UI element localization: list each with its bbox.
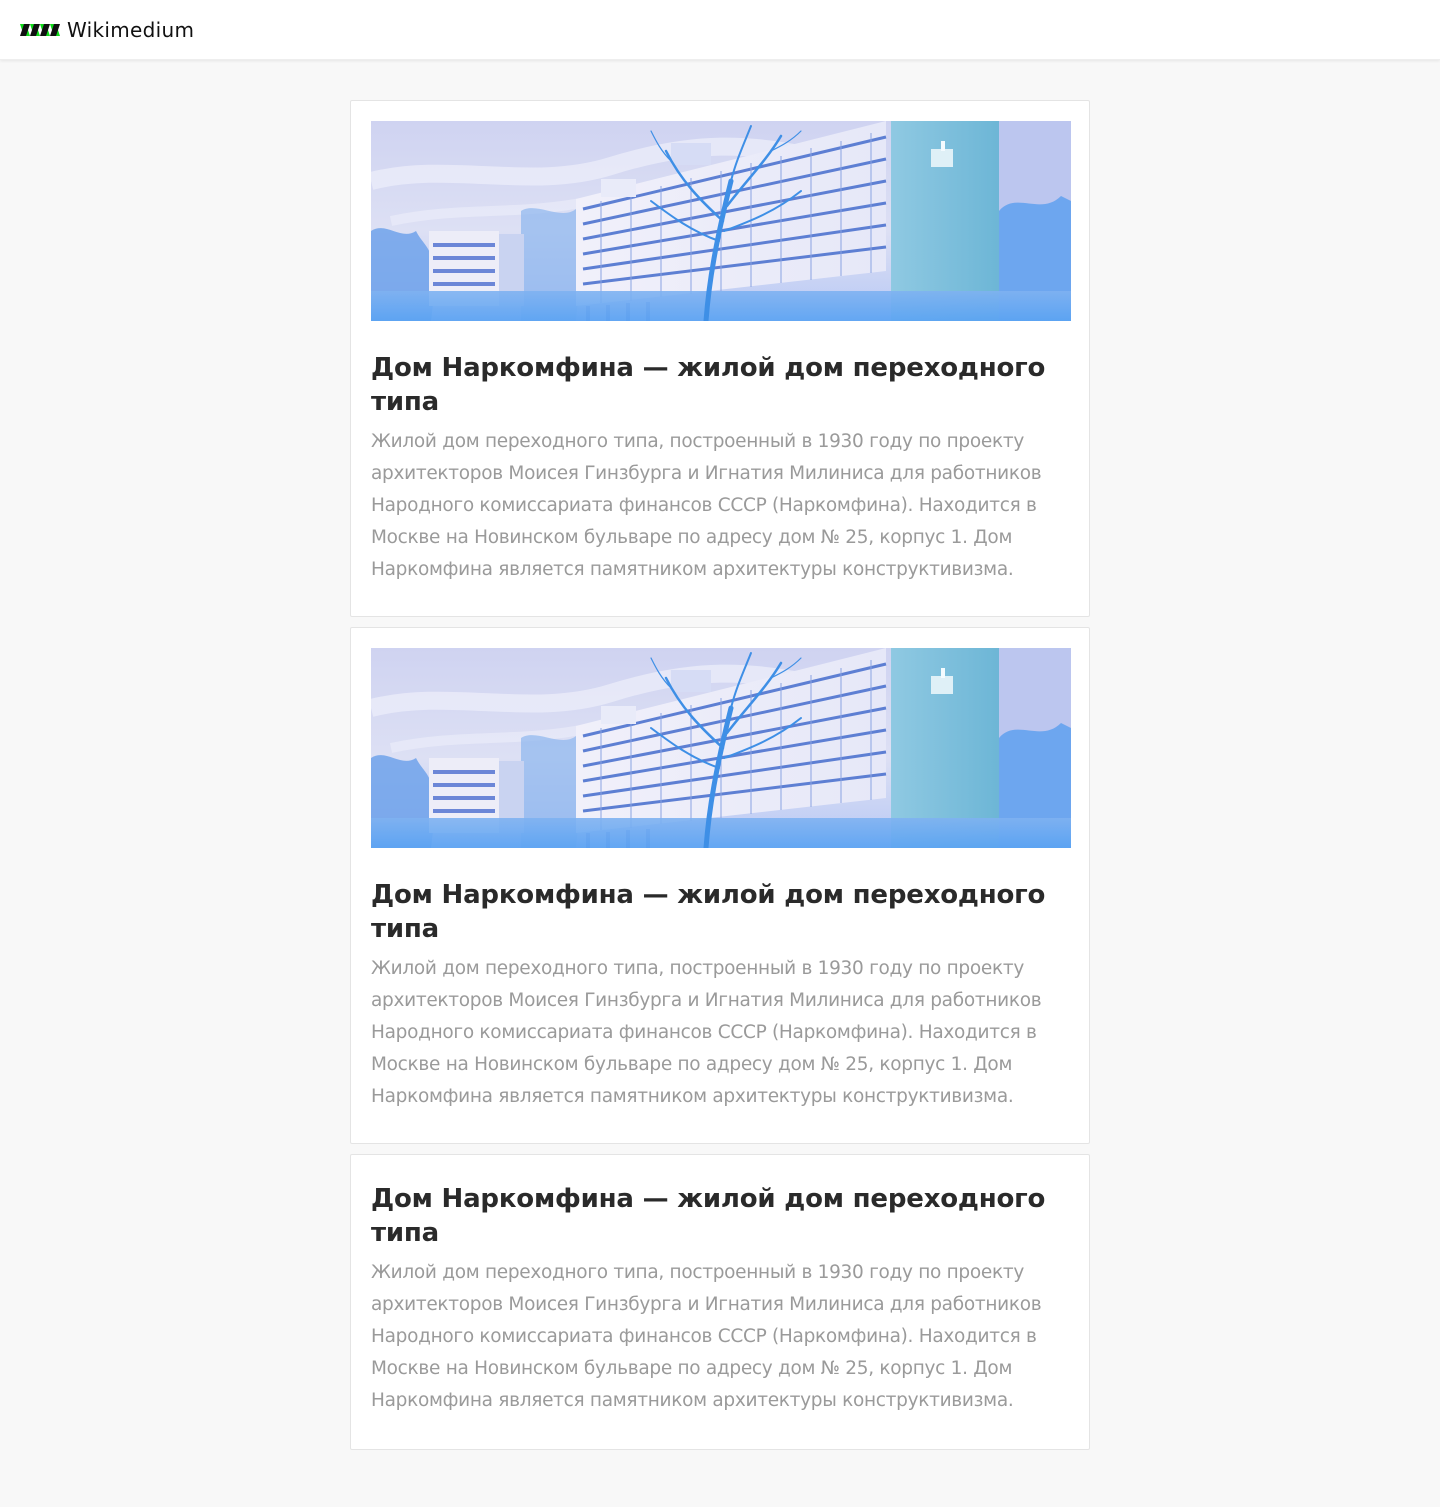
article-excerpt: Жилой дом переходного типа, построенный … (371, 431, 1042, 580)
brand-name: Wikimedium (67, 18, 195, 42)
article-card[interactable]: Дом Наркомфина — жилой дом переходного т… (350, 1154, 1090, 1450)
narkomfin-building-photo[interactable] (371, 121, 1071, 321)
brand-home-link[interactable]: Wikimedium (20, 0, 194, 60)
article-title[interactable]: Дом Наркомфина — жилой дом переходного т… (371, 1182, 1069, 1250)
article-excerpt: Жилой дом переходного типа, построенный … (371, 958, 1042, 1107)
article-title[interactable]: Дом Наркомфина — жилой дом переходного т… (371, 878, 1069, 946)
article-card[interactable]: Дом Наркомфина — жилой дом переходного т… (350, 100, 1090, 617)
article-title[interactable]: Дом Наркомфина — жилой дом переходного т… (371, 351, 1069, 419)
article-card[interactable]: Дом Наркомфина — жилой дом переходного т… (350, 627, 1090, 1144)
top-bar: Wikimedium (0, 0, 1440, 60)
article-excerpt: Жилой дом переходного типа, построенный … (371, 1262, 1042, 1411)
narkomfin-building-photo[interactable] (371, 648, 1071, 848)
wikimedium-logo-icon (20, 24, 60, 36)
